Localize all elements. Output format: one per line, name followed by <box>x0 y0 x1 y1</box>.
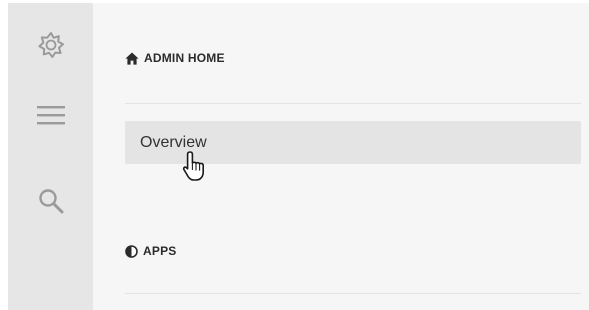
settings-button[interactable] <box>8 15 93 75</box>
menu-button[interactable] <box>8 85 93 145</box>
gear-icon <box>36 30 66 60</box>
admin-home-label: ADMIN HOME <box>144 51 225 65</box>
admin-window: ADMIN HOME Overview APPS <box>0 0 589 310</box>
nav-panel: ADMIN HOME Overview APPS <box>93 3 589 310</box>
apps-header[interactable]: APPS <box>125 244 176 258</box>
admin-home-header[interactable]: ADMIN HOME <box>125 51 225 65</box>
home-icon <box>125 52 139 65</box>
apps-label: APPS <box>143 244 177 258</box>
divider <box>125 103 581 104</box>
hand-cursor-icon <box>182 150 216 189</box>
half-circle-icon <box>125 244 138 258</box>
icon-rail <box>8 3 93 310</box>
search-icon <box>37 187 65 215</box>
search-button[interactable] <box>8 171 93 231</box>
nav-item-label: Overview <box>140 133 207 151</box>
divider <box>125 293 581 294</box>
menu-icon <box>36 103 66 127</box>
